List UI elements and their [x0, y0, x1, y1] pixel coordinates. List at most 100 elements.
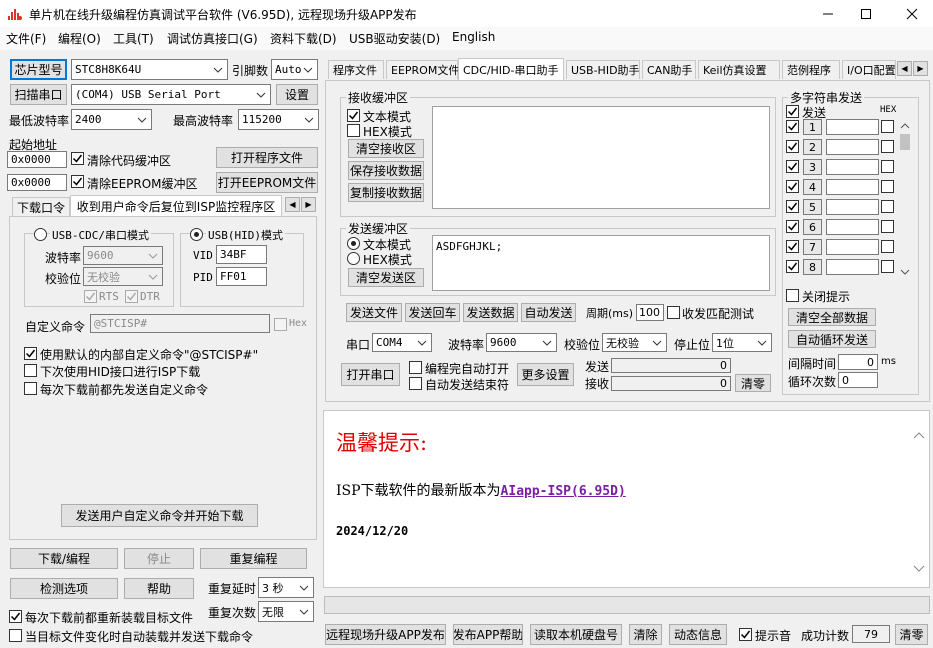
scroll-down-icon[interactable]: [913, 562, 925, 576]
auto-loop-send-button[interactable]: 自动循环发送: [788, 330, 876, 348]
scroll-down-icon[interactable]: [900, 265, 910, 279]
publish-app-button[interactable]: 远程现场升级APP发布: [325, 624, 446, 645]
multi-send-checkbox-8[interactable]: [786, 260, 799, 273]
maximize-icon[interactable]: [846, 0, 886, 27]
tab-download-password[interactable]: 下载口令: [12, 197, 70, 216]
multi-hex-checkbox-3[interactable]: [881, 160, 894, 173]
clear-eeprom-checkbox[interactable]: [71, 175, 84, 188]
repeat-count-select[interactable]: 无限: [258, 601, 314, 622]
multi-hex-checkbox-6[interactable]: [881, 220, 894, 233]
menu-tools[interactable]: 工具(T): [113, 30, 154, 48]
stop-bits-select[interactable]: 1位: [712, 333, 772, 352]
menu-debug[interactable]: 调试仿真接口(G): [167, 30, 258, 48]
scroll-up-icon[interactable]: [913, 428, 925, 442]
serial-baud-select[interactable]: 9600: [486, 333, 557, 352]
auto-load-checkbox[interactable]: [9, 629, 22, 642]
auto-send-button[interactable]: 自动发送: [521, 303, 576, 322]
multi-hex-checkbox-8[interactable]: [881, 260, 894, 273]
send-cr-button[interactable]: 发送回车: [405, 303, 460, 322]
multi-send-checkbox-1[interactable]: [786, 120, 799, 133]
minimize-icon[interactable]: [808, 0, 848, 27]
copy-receive-button[interactable]: 复制接收数据: [348, 183, 424, 202]
tab-can[interactable]: CAN助手: [642, 60, 696, 79]
settings-button[interactable]: 设置: [276, 84, 318, 105]
tab-io-config[interactable]: I/O口配置: [842, 60, 896, 79]
dynamic-info-button[interactable]: 动态信息: [669, 624, 727, 645]
tab-program-file[interactable]: 程序文件: [328, 60, 384, 79]
tab-serial-assistant[interactable]: CDC/HID-串口助手: [458, 58, 564, 80]
tab-usb-hid[interactable]: USB-HID助手: [566, 60, 640, 79]
tab-eeprom-file[interactable]: EEPROM文件: [386, 60, 459, 79]
multi-send-input-7[interactable]: [826, 239, 879, 255]
clear-receive-button[interactable]: 清空接收区: [348, 139, 424, 158]
multi-scrollbar[interactable]: [898, 117, 912, 277]
tab-scroll-left-right[interactable]: ◀: [897, 61, 912, 76]
close-icon[interactable]: [892, 0, 932, 27]
tab-scroll-right-right[interactable]: ▶: [913, 61, 928, 76]
menu-file[interactable]: 文件(F): [6, 30, 46, 48]
multi-hex-checkbox-1[interactable]: [881, 120, 894, 133]
max-baud-select[interactable]: 115200: [238, 109, 319, 130]
multi-send-button-1[interactable]: 1: [803, 119, 822, 135]
multi-send-all-checkbox[interactable]: [786, 105, 799, 118]
menu-download[interactable]: 资料下载(D): [270, 30, 337, 48]
repeat-program-button[interactable]: 重复编程: [200, 548, 307, 569]
scroll-thumb[interactable]: [900, 134, 910, 150]
save-receive-button[interactable]: 保存接收数据: [348, 161, 424, 180]
beep-checkbox[interactable]: [739, 628, 752, 641]
multi-send-checkbox-7[interactable]: [786, 240, 799, 253]
multi-hex-checkbox-7[interactable]: [881, 240, 894, 253]
multi-send-button-5[interactable]: 5: [803, 199, 822, 215]
multi-send-input-2[interactable]: [826, 139, 879, 155]
default-command-checkbox[interactable]: [24, 347, 37, 360]
send-before-checkbox[interactable]: [24, 382, 37, 395]
tab-reset-isp[interactable]: 收到用户命令后复位到ISP监控程序区: [70, 195, 282, 217]
usb-cdc-radio[interactable]: [34, 228, 47, 241]
open-program-file-button[interactable]: 打开程序文件: [216, 147, 318, 168]
auto-send-end-checkbox[interactable]: [409, 377, 422, 390]
send-textarea[interactable]: ASDFGHJKL;: [432, 235, 770, 291]
match-test-checkbox[interactable]: [667, 306, 680, 319]
send-hex-mode-radio[interactable]: [347, 252, 360, 265]
open-eeprom-file-button[interactable]: 打开EEPROM文件: [216, 172, 318, 193]
clear-all-data-button[interactable]: 清空全部数据: [788, 308, 876, 326]
com-port-select[interactable]: COM4: [372, 333, 432, 352]
open-serial-button[interactable]: 打开串口: [341, 363, 400, 386]
eeprom-address-input[interactable]: 0x0000: [7, 174, 67, 191]
chip-select[interactable]: STC8H8K64U: [71, 59, 228, 80]
repeat-delay-select[interactable]: 3 秒: [258, 577, 314, 598]
recv-hex-mode-checkbox[interactable]: [347, 124, 360, 137]
send-file-button[interactable]: 发送文件: [346, 303, 402, 322]
more-settings-button[interactable]: 更多设置: [517, 363, 574, 386]
check-options-button[interactable]: 检测选项: [10, 578, 118, 599]
tab-keil[interactable]: Keil仿真设置: [698, 60, 780, 79]
tab-examples[interactable]: 范例程序: [782, 60, 840, 79]
usb-hid-radio[interactable]: [190, 228, 203, 241]
tab-scroll-right[interactable]: ▶: [301, 197, 316, 212]
menu-program[interactable]: 编程(O): [58, 30, 101, 48]
multi-send-button-4[interactable]: 4: [803, 179, 822, 195]
notice-scrollbar[interactable]: [910, 424, 928, 576]
multi-send-input-6[interactable]: [826, 219, 879, 235]
vid-input[interactable]: 34BF: [216, 245, 267, 264]
multi-send-input-1[interactable]: [826, 119, 879, 135]
zero-count-button[interactable]: 清零: [895, 624, 928, 645]
clear-button[interactable]: 清除: [629, 624, 662, 645]
multi-send-input-3[interactable]: [826, 159, 879, 175]
hid-next-checkbox[interactable]: [24, 364, 37, 377]
download-program-button[interactable]: 下载/编程: [10, 548, 118, 569]
multi-send-button-7[interactable]: 7: [803, 239, 822, 255]
multi-send-checkbox-5[interactable]: [786, 200, 799, 213]
clear-code-checkbox[interactable]: [71, 152, 84, 165]
auto-open-checkbox[interactable]: [409, 361, 422, 374]
multi-send-input-5[interactable]: [826, 199, 879, 215]
multi-send-button-6[interactable]: 6: [803, 219, 822, 235]
multi-send-checkbox-2[interactable]: [786, 140, 799, 153]
multi-hex-checkbox-2[interactable]: [881, 140, 894, 153]
code-address-input[interactable]: 0x0000: [7, 151, 67, 168]
interval-input[interactable]: 0: [838, 354, 878, 370]
multi-send-checkbox-4[interactable]: [786, 180, 799, 193]
clear-count-button[interactable]: 清零: [735, 374, 771, 392]
multi-send-input-8[interactable]: [826, 259, 879, 275]
send-data-button[interactable]: 发送数据: [463, 303, 518, 322]
